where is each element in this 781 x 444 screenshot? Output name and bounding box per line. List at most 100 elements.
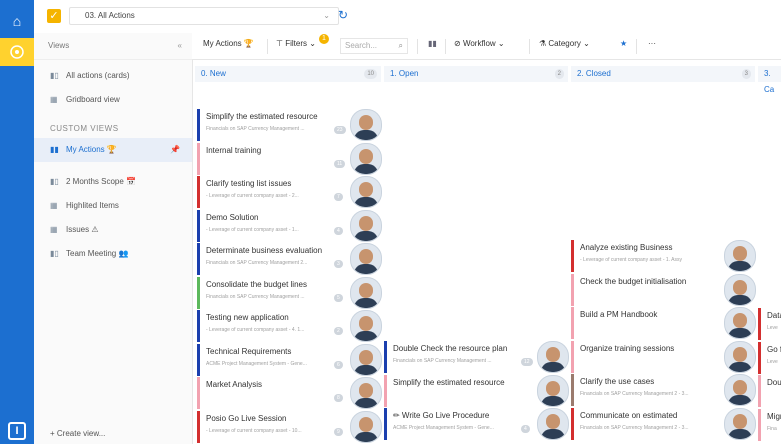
project-check-icon: ✓ xyxy=(47,9,61,23)
view-label: My Actions 🏆 xyxy=(66,145,117,154)
grid-icon: ▦ xyxy=(50,201,58,210)
card-count-badge: 11 xyxy=(334,159,346,168)
card-subtitle: Financials on SAP Currency Management ..… xyxy=(206,293,305,300)
kanban-card[interactable]: Posio Go Live Session - Leverage of curre… xyxy=(197,410,382,443)
view-team-meeting[interactable]: ▮▯ Team Meeting 👥 xyxy=(34,242,192,266)
collapse-icon[interactable]: « xyxy=(178,33,182,59)
avatar[interactable] xyxy=(350,243,382,275)
avatar[interactable] xyxy=(350,276,382,309)
kanban-card[interactable]: Testing new application - Leverage of cur… xyxy=(197,310,382,342)
kanban-card[interactable]: Internal training 11 xyxy=(197,142,382,175)
star-icon[interactable]: ★ xyxy=(620,39,627,48)
view-title[interactable]: My Actions 🏆 xyxy=(203,39,254,48)
kanban-card[interactable]: Go f Leve xyxy=(758,341,781,374)
column-header[interactable]: 1. Open 2 xyxy=(384,66,568,82)
more-menu-button[interactable]: ··· xyxy=(648,39,656,48)
avatar[interactable] xyxy=(350,377,382,409)
column-title: 3. Ca xyxy=(764,69,775,94)
search-icon: ⌕ xyxy=(398,41,403,50)
avatar[interactable] xyxy=(350,142,382,175)
filter-icon: ⊤ xyxy=(276,39,283,48)
column-header[interactable]: 0. New 10 xyxy=(195,66,381,82)
kanban-card[interactable]: Organize training sessions xyxy=(571,340,756,373)
kanban-card[interactable]: Determinate business evaluation Financial… xyxy=(197,243,382,275)
card-title: Clarify the use cases xyxy=(580,377,655,386)
column-title: 0. New xyxy=(201,69,226,78)
category-label: Category xyxy=(548,39,581,48)
avatar[interactable] xyxy=(537,341,569,373)
column-header[interactable]: 3. Ca xyxy=(758,66,781,94)
kanban-card[interactable]: Data Leve xyxy=(758,308,781,340)
kanban-card[interactable]: Simplify the estimated resource Financial… xyxy=(197,109,382,141)
kanban-card[interactable]: Check the budget initialisation xyxy=(571,273,756,306)
view-label: Gridboard view xyxy=(66,95,120,104)
kanban-card[interactable]: Double Check the resource plan Financials… xyxy=(384,341,569,373)
kanban-card[interactable]: Dou xyxy=(758,375,781,407)
filters-label: Filters xyxy=(285,39,307,48)
column-count: 10 xyxy=(364,69,377,79)
avatar[interactable] xyxy=(537,408,569,440)
avatar[interactable] xyxy=(724,273,756,306)
avatar[interactable] xyxy=(724,307,756,339)
view-my-actions[interactable]: ▮▮ My Actions 🏆 📌 xyxy=(34,138,192,162)
card-count-badge: 9 xyxy=(334,427,343,436)
view-label: All actions (cards) xyxy=(66,71,130,80)
chart-icon: ▮▯ xyxy=(50,71,59,80)
project-selector[interactable]: 03. All Actions ⌄ xyxy=(69,7,339,25)
create-view-button[interactable]: + Create view... xyxy=(50,429,105,438)
project-name: 03. All Actions xyxy=(85,11,135,20)
refresh-icon[interactable]: ↻ xyxy=(338,8,348,22)
column-header[interactable]: 2. Closed 3 xyxy=(571,66,755,82)
kanban-card[interactable]: Technical Requirements ACME Project Manag… xyxy=(197,343,382,376)
kanban-card[interactable]: Market Analysis 8 xyxy=(197,377,382,409)
view-2-months-scope[interactable]: ▮▯ 2 Months Scope 📅 xyxy=(34,170,192,194)
pin-icon[interactable]: 📌 xyxy=(170,138,180,162)
chart-view-icon[interactable]: ▮▮ xyxy=(428,39,437,48)
workflow-dropdown[interactable]: ⊘ Workflow ⌄ xyxy=(454,39,505,48)
card-title: Testing new application xyxy=(206,313,289,322)
kanban-card[interactable]: Consolidate the budget lines Financials o… xyxy=(197,276,382,309)
avatar[interactable] xyxy=(537,374,569,407)
view-all-actions[interactable]: ▮▯ All actions (cards) xyxy=(34,64,192,88)
view-label: 2 Months Scope 📅 xyxy=(66,177,136,186)
category-dropdown[interactable]: ⚗ Category ⌄ xyxy=(539,39,590,48)
filters-count-badge: 1 xyxy=(319,34,329,44)
kanban-card[interactable]: Clarify the use cases Financials on SAP C… xyxy=(571,374,756,406)
kanban-icon[interactable] xyxy=(0,38,34,66)
avatar[interactable] xyxy=(350,176,382,208)
kanban-card[interactable]: Build a PM Handbook xyxy=(571,307,756,339)
card-subtitle: - Leverage of current company asset - 1.… xyxy=(580,257,682,263)
avatar[interactable] xyxy=(724,240,756,272)
card-subtitle: ACME Project Management System - Gene... xyxy=(393,425,494,431)
views-title: Views xyxy=(48,41,70,50)
card-count-badge: 8 xyxy=(334,394,343,402)
card-title: Go f xyxy=(767,344,781,354)
card-title: Simplify the estimated resource xyxy=(393,377,505,387)
column-count: 3 xyxy=(741,69,751,79)
view-highlited-items[interactable]: ▦ Highlited Items xyxy=(34,194,192,218)
card-title: Analyze existing Business xyxy=(580,243,673,252)
avatar[interactable] xyxy=(350,310,382,342)
avatar[interactable] xyxy=(724,340,756,373)
avatar[interactable] xyxy=(350,209,382,242)
view-issues[interactable]: ▦ Issues ⚠ xyxy=(34,218,192,242)
avatar[interactable] xyxy=(724,374,756,406)
kanban-card[interactable]: Clarify testing list issues - Leverage of… xyxy=(197,176,382,208)
view-gridboard[interactable]: ▦ Gridboard view xyxy=(34,88,192,112)
avatar[interactable] xyxy=(724,407,756,440)
kanban-card[interactable]: Communicate on estimated Financials on SA… xyxy=(571,407,756,440)
home-icon[interactable]: ⌂ xyxy=(0,10,34,32)
kanban-card[interactable]: Migr Fina xyxy=(758,408,781,441)
avatar[interactable] xyxy=(350,410,382,443)
kanban-card[interactable]: Demo Solution - Leverage of current compa… xyxy=(197,209,382,242)
avatar[interactable] xyxy=(350,109,382,141)
avatar[interactable] xyxy=(350,343,382,376)
view-label: Issues ⚠ xyxy=(66,225,99,234)
kanban-card[interactable]: Analyze existing Business - Leverage of c… xyxy=(571,240,756,272)
app-rail: ⌂ I xyxy=(0,0,34,444)
kanban-card[interactable]: ✏ Write Go Live Procedure ACME Project Ma… xyxy=(384,408,569,440)
app-logo-icon[interactable]: I xyxy=(8,422,26,440)
search-input[interactable]: Search... ⌕ xyxy=(340,38,408,54)
filters-button[interactable]: ⊤ Filters ⌄ xyxy=(276,39,316,48)
kanban-card[interactable]: Simplify the estimated resource xyxy=(384,374,569,407)
